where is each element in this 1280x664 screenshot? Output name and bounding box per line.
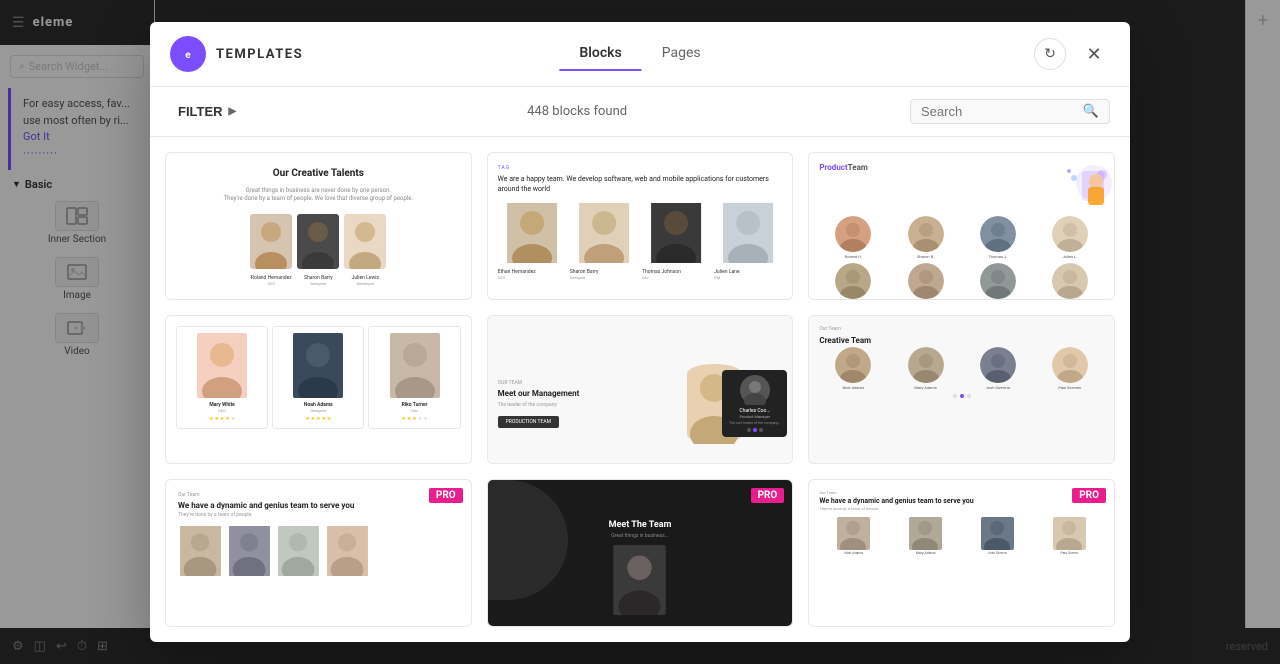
template-card-meet-team-dark[interactable]: PRO Meet The Team Great things in busine…: [487, 479, 794, 627]
modal-tabs: Blocks Pages: [559, 37, 720, 71]
template-card-product-team[interactable]: ProductTeam: [808, 152, 1115, 300]
tab-blocks[interactable]: Blocks: [559, 37, 641, 71]
modal-overlay: e TEMPLATES Blocks Pages ↻ ✕ FILTER ▶ 44…: [0, 0, 1280, 664]
svg-text:e: e: [185, 50, 191, 61]
search-icon: 🔍: [1083, 104, 1099, 119]
filter-arrow-icon: ▶: [229, 106, 237, 117]
filter-button[interactable]: FILTER ▶: [170, 100, 244, 123]
template-preview-2: TAG We are a happy team. We develop soft…: [488, 153, 793, 300]
template-preview-9: Our Team We have a dynamic and genius te…: [809, 480, 1114, 627]
search-box[interactable]: 🔍: [910, 99, 1110, 124]
template-preview-1: Our Creative Talents Great things in bus…: [166, 153, 471, 300]
filter-label: FILTER: [178, 104, 223, 119]
blocks-count: 448 blocks found: [244, 104, 910, 119]
template-preview-3: ProductTeam: [809, 153, 1114, 300]
pro-badge-7: PRO: [429, 488, 463, 503]
modal-header-actions: ↻ ✕: [1034, 38, 1110, 70]
template-card-team-grid-2[interactable]: Our Team Creative Team Nick Adams: [808, 315, 1115, 463]
modal-logo: e: [170, 36, 206, 72]
template-preview-5: OUR TEAM Meet our Management The leader …: [488, 316, 793, 463]
template-card-genius-team-2[interactable]: PRO Our Team We have a dynamic and geniu…: [808, 479, 1115, 627]
template-card-genius-team-1[interactable]: PRO Our Team We have a dynamic and geniu…: [165, 479, 472, 627]
template-preview-8: Meet The Team Great things in business..…: [488, 480, 793, 627]
template-card-happy-team[interactable]: TAG We are a happy team. We develop soft…: [487, 152, 794, 300]
template-preview-4: Mary White CEO ★★★★★: [166, 316, 471, 463]
tab-pages[interactable]: Pages: [642, 37, 721, 71]
template-preview-7: Our Team We have a dynamic and genius te…: [166, 480, 471, 627]
close-button[interactable]: ✕: [1078, 38, 1110, 70]
modal-header: e TEMPLATES Blocks Pages ↻ ✕: [150, 22, 1130, 87]
template-preview-6: Our Team Creative Team Nick Adams: [809, 316, 1114, 463]
template-grid: Our Creative Talents Great things in bus…: [150, 137, 1130, 642]
template-card-creative-talents[interactable]: Our Creative Talents Great things in bus…: [165, 152, 472, 300]
refresh-button[interactable]: ↻: [1034, 38, 1066, 70]
search-input[interactable]: [921, 104, 1079, 119]
modal-title: TEMPLATES: [216, 47, 303, 62]
modal-toolbar: FILTER ▶ 448 blocks found 🔍: [150, 87, 1130, 137]
template-card-team-cards[interactable]: Mary White CEO ★★★★★: [165, 315, 472, 463]
templates-modal: e TEMPLATES Blocks Pages ↻ ✕ FILTER ▶ 44…: [150, 22, 1130, 642]
pro-badge-9: PRO: [1072, 488, 1106, 503]
pro-badge-8: PRO: [751, 488, 785, 503]
template-card-management[interactable]: OUR TEAM Meet our Management The leader …: [487, 315, 794, 463]
